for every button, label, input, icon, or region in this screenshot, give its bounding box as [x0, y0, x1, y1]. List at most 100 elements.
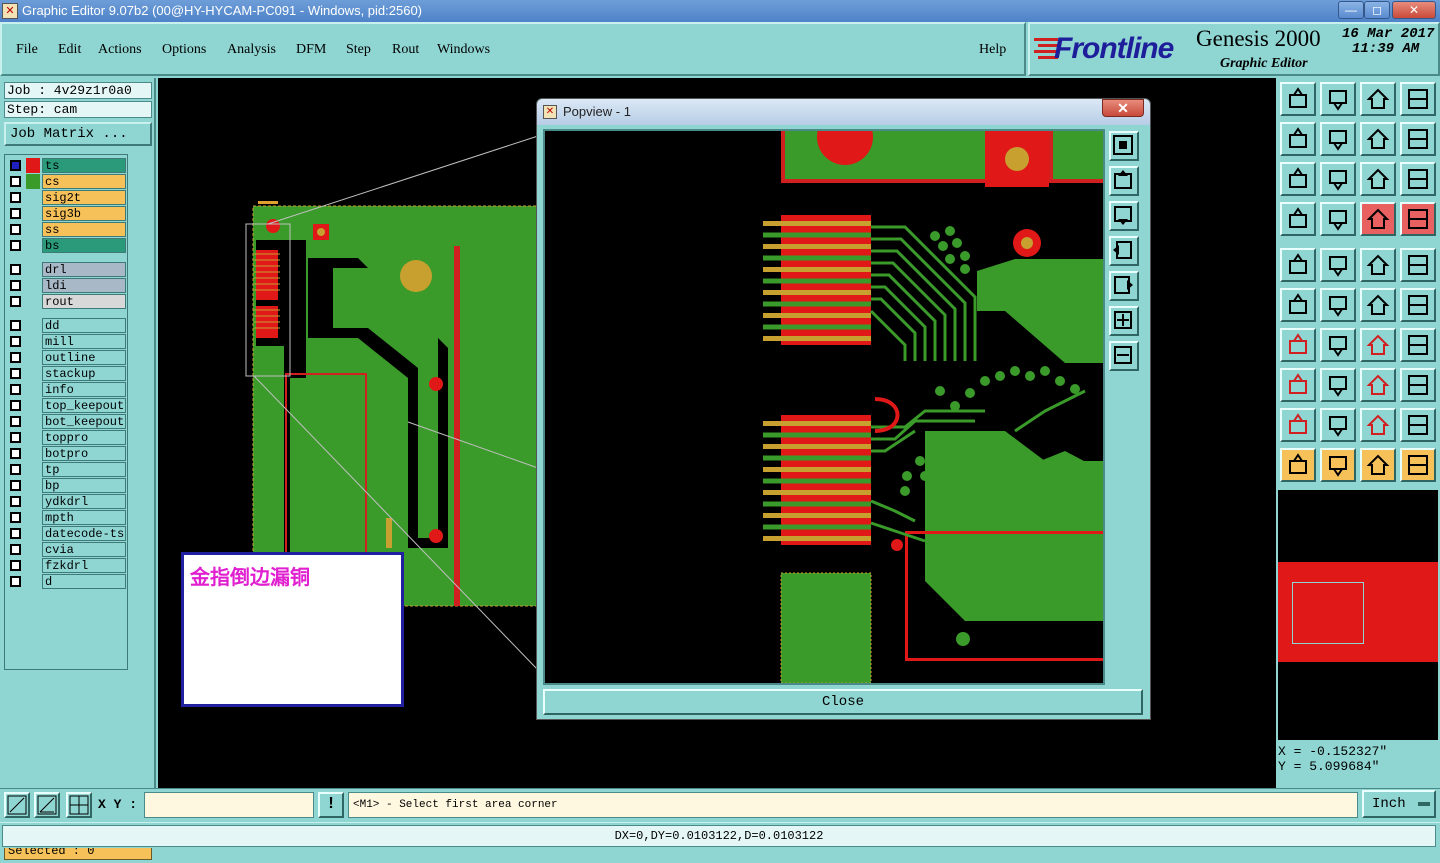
layer-row-mpth[interactable]: mpth [8, 510, 126, 525]
select-box-button[interactable] [1320, 448, 1356, 482]
menu-dfm[interactable]: DFM [296, 42, 326, 58]
layer-checkbox[interactable] [10, 448, 21, 459]
display-layers-button[interactable] [1360, 202, 1396, 236]
layer-row-fzkdrl[interactable]: fzkdrl [8, 558, 126, 573]
layer-row-top_keepout[interactable]: top_keepout [8, 398, 126, 413]
layer-checkbox[interactable] [10, 240, 21, 251]
maximize-button[interactable]: ◻ [1364, 1, 1390, 19]
layer-checkbox[interactable] [10, 336, 21, 347]
group-select-button[interactable] [1400, 368, 1436, 402]
help-query-button[interactable] [1400, 162, 1436, 196]
popview-close-x-button[interactable]: ✕ [1102, 99, 1144, 117]
move-segment-button[interactable] [1400, 288, 1436, 322]
layer-checkbox[interactable] [10, 384, 21, 395]
triangle-move-button[interactable] [1320, 408, 1356, 442]
layer-checkbox[interactable] [10, 224, 21, 235]
minimize-button[interactable]: — [1338, 1, 1364, 19]
select-circle-button[interactable] [1360, 448, 1396, 482]
layer-checkbox[interactable] [10, 192, 21, 203]
add-circle-button[interactable] [1400, 248, 1436, 282]
layer-checkbox[interactable] [10, 176, 21, 187]
layer-row-bs[interactable]: bs [8, 238, 126, 253]
layer-row-bot_keepout[interactable]: bot_keepout [8, 414, 126, 429]
scale-1-2-button[interactable] [1360, 162, 1396, 196]
draw-arc-ccw-button[interactable] [1280, 328, 1316, 362]
pop-zoom-out-button[interactable] [1109, 341, 1139, 371]
layer-checkbox[interactable] [10, 496, 21, 507]
xy-input[interactable] [144, 792, 314, 818]
layer-row-outline[interactable]: outline [8, 350, 126, 365]
pop-pan-down-button[interactable] [1109, 201, 1139, 231]
triangle-edit-button[interactable] [1280, 408, 1316, 442]
add-pad-button[interactable] [1280, 248, 1316, 282]
split-view-button[interactable] [1400, 82, 1436, 116]
layer-row-d[interactable]: d [8, 574, 126, 589]
menu-file[interactable]: File [16, 42, 38, 58]
menu-actions[interactable]: Actions [98, 42, 142, 58]
layer-row-cs[interactable]: cs [8, 174, 126, 189]
layer-checkbox[interactable] [10, 560, 21, 571]
edit-shape-button[interactable] [1280, 368, 1316, 402]
popview-close-button[interactable]: Close [543, 689, 1143, 715]
zoom-center-button[interactable] [1320, 162, 1356, 196]
add-line-button[interactable] [1320, 248, 1356, 282]
pop-pan-left-button[interactable] [1109, 236, 1139, 266]
layer-checkbox[interactable] [10, 416, 21, 427]
overview-view-rect[interactable] [1292, 582, 1364, 644]
layer-row-ts[interactable]: ts [8, 158, 126, 173]
pop-pan-right-button[interactable] [1109, 271, 1139, 301]
layer-row-sig2t[interactable]: sig2t [8, 190, 126, 205]
layer-checkbox[interactable] [10, 160, 21, 171]
pop-pan-up-button[interactable] [1109, 166, 1139, 196]
align-top-button[interactable] [1280, 82, 1316, 116]
layer-checkbox[interactable] [10, 264, 21, 275]
layer-row-dd[interactable]: dd [8, 318, 126, 333]
layer-row-rout[interactable]: rout [8, 294, 126, 309]
layer-row-cvia[interactable]: cvia [8, 542, 126, 557]
warning-button[interactable]: ! [318, 792, 344, 818]
home-view-button[interactable] [1360, 82, 1396, 116]
layer-checkbox[interactable] [10, 480, 21, 491]
layer-row-toppro[interactable]: toppro [8, 430, 126, 445]
layer-row-ldi[interactable]: ldi [8, 278, 126, 293]
menu-analysis[interactable]: Analysis [227, 42, 276, 58]
layer-checkbox[interactable] [10, 432, 21, 443]
layer-row-drl[interactable]: drl [8, 262, 126, 277]
job-matrix-button[interactable]: Job Matrix ... [4, 122, 152, 146]
triangle-cut-button[interactable] [1400, 408, 1436, 442]
layer-checkbox[interactable] [10, 464, 21, 475]
stretch-line-button[interactable] [1320, 368, 1356, 402]
menu-options[interactable]: Options [162, 42, 206, 58]
ruler-button[interactable] [1360, 248, 1396, 282]
layer-checkbox[interactable] [10, 352, 21, 363]
menu-help[interactable]: Help [979, 42, 1006, 58]
menu-rout[interactable]: Rout [392, 42, 419, 58]
move-point-button[interactable] [1360, 288, 1396, 322]
grid-toggle-button[interactable] [1320, 202, 1356, 236]
layer-checkbox[interactable] [10, 400, 21, 411]
layer-checkbox[interactable] [10, 528, 21, 539]
zoom-extents-button[interactable] [1280, 162, 1316, 196]
layer-checkbox[interactable] [10, 296, 21, 307]
menu-step[interactable]: Step [346, 42, 371, 58]
layer-checkbox[interactable] [10, 208, 21, 219]
pop-zoom-fit-button[interactable] [1109, 131, 1139, 161]
display-settings-button[interactable] [1400, 202, 1436, 236]
layer-row-sig3b[interactable]: sig3b [8, 206, 126, 221]
cross-cut-button[interactable] [1320, 288, 1356, 322]
swap-layers-button[interactable] [1360, 122, 1396, 156]
layer-row-mill[interactable]: mill [8, 334, 126, 349]
draw-line-button[interactable] [1320, 328, 1356, 362]
rotate-arc-button[interactable] [1360, 328, 1396, 362]
align-bottom-button[interactable] [1320, 82, 1356, 116]
dimension-box-button[interactable] [1360, 368, 1396, 402]
layer-row-botpro[interactable]: botpro [8, 446, 126, 461]
rotate-layer-button[interactable] [1400, 122, 1436, 156]
layer-row-tp[interactable]: tp [8, 462, 126, 477]
layer-checkbox[interactable] [10, 544, 21, 555]
select-pointer-button[interactable] [1280, 448, 1316, 482]
menu-edit[interactable]: Edit [58, 42, 81, 58]
split-feature-button[interactable] [1400, 328, 1436, 362]
layer-row-stackup[interactable]: stackup [8, 366, 126, 381]
popview-canvas[interactable] [543, 129, 1105, 685]
